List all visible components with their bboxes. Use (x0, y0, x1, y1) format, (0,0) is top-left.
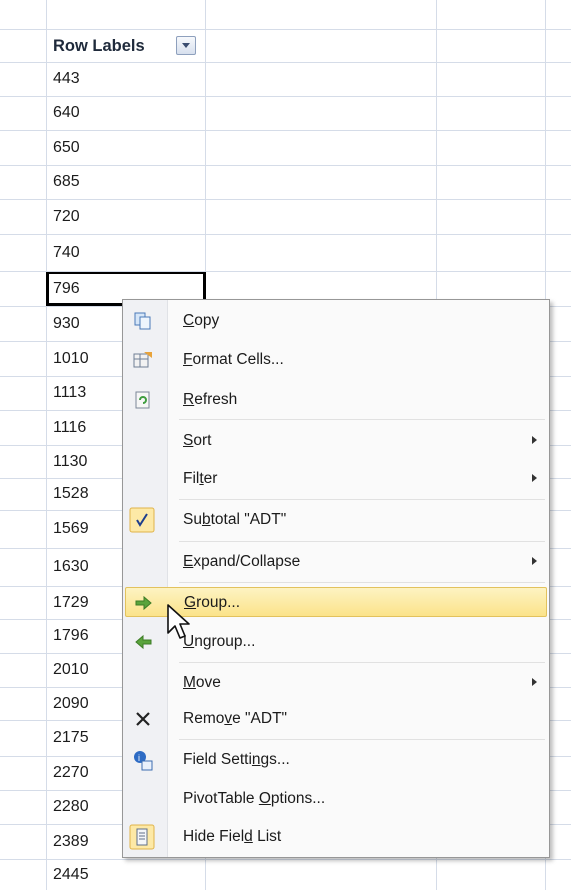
submenu-arrow-icon (532, 474, 537, 482)
pivot-row[interactable]: 685 (48, 165, 206, 199)
menu-item-refresh[interactable]: Refresh (125, 385, 547, 415)
menu-separator (179, 499, 545, 500)
menu-item-format-cells[interactable]: Format Cells... (125, 345, 547, 375)
menu-item-remove[interactable]: Remove "ADT" (125, 704, 547, 734)
pivot-row[interactable]: 640 (48, 96, 206, 130)
menu-label: Subtotal "ADT" (183, 511, 287, 528)
refresh-icon (132, 390, 154, 410)
submenu-arrow-icon (532, 436, 537, 444)
pivot-row[interactable]: 720 (48, 199, 206, 234)
menu-item-field-settings[interactable]: i Field Settings... (125, 745, 547, 775)
menu-label: Expand/Collapse (183, 553, 301, 570)
menu-label: PivotTable Options... (183, 790, 326, 807)
menu-label: Field Settings... (183, 751, 290, 768)
menu-separator (179, 739, 545, 740)
menu-label: Sort (183, 432, 212, 449)
pivot-row[interactable]: 650 (48, 130, 206, 165)
field-list-icon (129, 824, 155, 850)
menu-label: Hide Field List (183, 828, 282, 845)
submenu-arrow-icon (532, 557, 537, 565)
menu-separator (179, 582, 545, 583)
context-menu: Copy Format Cells... Refresh Sort Filter… (122, 299, 550, 858)
field-settings-icon: i (132, 750, 154, 771)
ungroup-arrow-icon (132, 632, 154, 652)
menu-item-filter[interactable]: Filter (125, 464, 547, 494)
menu-label: Refresh (183, 391, 238, 408)
menu-separator (179, 419, 545, 420)
submenu-arrow-icon (532, 678, 537, 686)
menu-label: Copy (183, 312, 220, 329)
dropdown-arrow-icon[interactable] (176, 36, 196, 55)
menu-item-pivottable-options[interactable]: PivotTable Options... (125, 784, 547, 814)
menu-item-hide-field-list[interactable]: Hide Field List (125, 822, 547, 852)
mouse-pointer-icon (167, 604, 190, 639)
checkmark-icon (129, 507, 155, 533)
menu-item-move[interactable]: Move (125, 668, 547, 698)
row-labels-text: Row Labels (53, 36, 145, 55)
format-cells-icon (132, 350, 154, 370)
menu-label: Filter (183, 470, 218, 487)
menu-item-subtotal[interactable]: Subtotal "ADT" (125, 505, 547, 535)
group-arrow-icon (133, 593, 155, 613)
copy-icon (132, 311, 154, 331)
menu-item-sort[interactable]: Sort (125, 426, 547, 456)
pivot-row[interactable]: 740 (48, 234, 206, 271)
menu-label: Group... (184, 594, 241, 611)
menu-item-copy[interactable]: Copy (125, 306, 547, 336)
menu-item-expand-collapse[interactable]: Expand/Collapse (125, 547, 547, 577)
row-labels-header[interactable]: Row Labels (48, 30, 206, 62)
menu-separator (179, 541, 545, 542)
pivot-row[interactable]: 443 (48, 62, 206, 96)
menu-label: Move (183, 674, 221, 691)
svg-text:i: i (138, 753, 140, 763)
menu-label: Remove "ADT" (183, 710, 288, 727)
menu-label: Format Cells... (183, 351, 284, 368)
remove-x-icon (132, 709, 154, 729)
menu-label: Ungroup... (183, 633, 256, 650)
menu-separator (179, 662, 545, 663)
pivot-row[interactable]: 2445 (48, 859, 206, 890)
